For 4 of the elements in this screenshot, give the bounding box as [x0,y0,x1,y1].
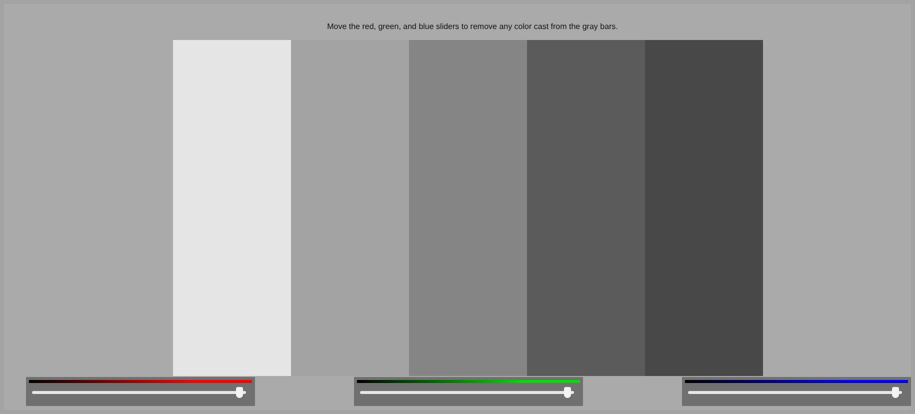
slider-thumb[interactable] [236,387,243,398]
instruction-text: Move the red, green, and blue sliders to remove any color cast from the gray bars. [327,22,618,32]
slider-thumb[interactable] [564,387,571,398]
slider-thumb[interactable] [892,387,899,398]
